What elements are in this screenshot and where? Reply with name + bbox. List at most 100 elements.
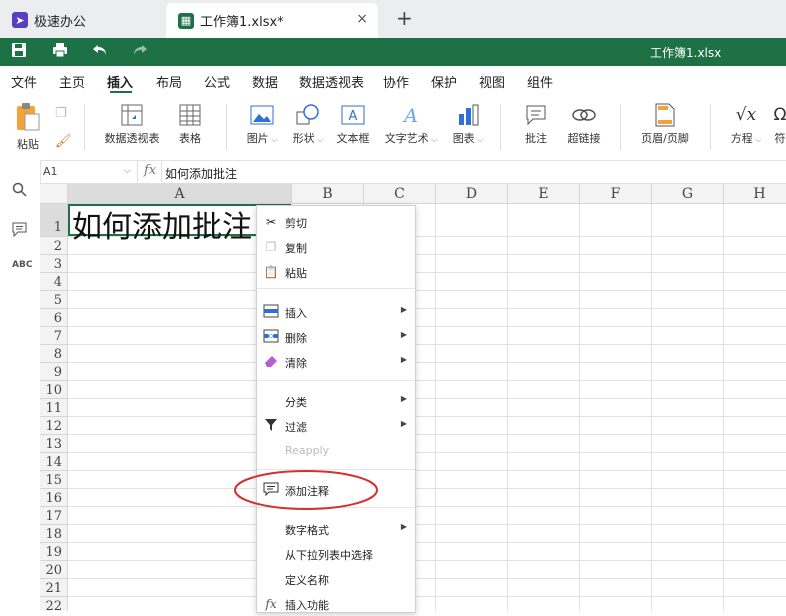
menu-data[interactable]: 数据 <box>252 72 278 91</box>
wordart-button[interactable]: A 文字艺术 ⌵ <box>383 96 439 146</box>
menu-formula[interactable]: 公式 <box>204 72 230 91</box>
menu-item-delete[interactable]: 删除 ▶ <box>257 325 415 349</box>
close-icon[interactable]: × <box>356 11 368 27</box>
equation-button[interactable]: √x 方程 ⌵ <box>727 96 765 146</box>
undo-icon[interactable] <box>92 42 108 62</box>
menu-file[interactable]: 文件 <box>11 72 37 91</box>
gridline <box>68 344 786 345</box>
menu-pivot-table[interactable]: 数据透视表 <box>299 72 364 91</box>
tab-home[interactable]: ➤ 极速办公 <box>0 5 162 35</box>
row-header[interactable]: 14 <box>40 453 68 471</box>
column-header-h[interactable]: H <box>724 184 786 204</box>
comment-button[interactable]: 批注 <box>520 96 552 146</box>
row-header[interactable]: 10 <box>40 381 68 399</box>
row-header[interactable]: 19 <box>40 543 68 561</box>
paste-button[interactable]: 粘贴 <box>10 96 46 152</box>
menu-item-number-format[interactable]: 数字格式 ▶ <box>257 517 415 541</box>
menu-item-insert[interactable]: 插入 ▶ <box>257 300 415 324</box>
menu-home[interactable]: 主页 <box>59 72 85 91</box>
menu-item-paste[interactable]: 📋 粘贴 <box>257 260 415 284</box>
format-painter-icon[interactable]: 🖌 <box>55 134 72 149</box>
tab-label: 工作簿1.xlsx* <box>200 15 284 30</box>
menu-item-insert-function[interactable]: fx 插入功能 <box>257 592 415 616</box>
chevron-right-icon: ▶ <box>400 330 407 339</box>
menu-item-clear[interactable]: 清除 ▶ <box>257 350 415 374</box>
new-tab-button[interactable]: + <box>396 6 413 30</box>
column-header-e[interactable]: E <box>508 184 580 204</box>
column-header-f[interactable]: F <box>580 184 652 204</box>
column-header-b[interactable]: B <box>292 184 364 204</box>
spellcheck-icon[interactable]: ABC <box>12 260 32 270</box>
header-footer-button[interactable]: 页眉/页脚 <box>638 96 692 146</box>
menu-view[interactable]: 视图 <box>479 72 505 91</box>
row-header[interactable]: 1 <box>40 204 68 237</box>
column-header-g[interactable]: G <box>652 184 724 204</box>
copy-icon[interactable]: ❐ <box>55 106 67 121</box>
menu-layout[interactable]: 布局 <box>156 72 182 91</box>
row-header[interactable]: 20 <box>40 561 68 579</box>
menu-item-cut[interactable]: ✂ 剪切 <box>257 210 415 234</box>
row-header[interactable]: 22 <box>40 597 68 611</box>
save-icon[interactable] <box>11 42 27 62</box>
row-header[interactable]: 13 <box>40 435 68 453</box>
name-box[interactable]: A1 ⌵ <box>40 161 138 182</box>
column-header-d[interactable]: D <box>436 184 508 204</box>
menu-item-sort[interactable]: 分类 ▶ <box>257 389 415 413</box>
column-header-c[interactable]: C <box>364 184 436 204</box>
row-header[interactable]: 18 <box>40 525 68 543</box>
menu-protect[interactable]: 保护 <box>431 72 457 91</box>
menu-item-label: 数字格式 <box>285 524 329 537</box>
menu-item-define-name[interactable]: 定义名称 <box>257 567 415 591</box>
menu-item-label: 复制 <box>285 242 307 255</box>
menu-item-copy[interactable]: ❐ 复制 <box>257 235 415 259</box>
formula-input[interactable]: 如何添加批注 <box>165 165 237 182</box>
pivot-table-button[interactable]: 数据透视表 <box>100 96 164 146</box>
row-header[interactable]: 9 <box>40 363 68 381</box>
chart-label: 图表 <box>452 132 475 145</box>
tab-workbook[interactable]: ▦ 工作簿1.xlsx* × <box>166 3 378 38</box>
select-all-corner[interactable] <box>40 184 68 204</box>
gridline <box>68 488 786 489</box>
picture-icon <box>244 104 280 126</box>
row-header[interactable]: 17 <box>40 507 68 525</box>
menu-item-pick-from-list[interactable]: 从下拉列表中选择 <box>257 542 415 566</box>
comments-icon[interactable] <box>12 222 27 241</box>
gridline <box>651 204 652 611</box>
hyperlink-button[interactable]: 超链接 <box>564 96 604 146</box>
table-button[interactable]: 表格 <box>175 96 205 146</box>
row-header[interactable]: 8 <box>40 345 68 363</box>
textbox-button[interactable]: A 文本框 <box>334 96 372 146</box>
menu-item-filter[interactable]: 过滤 ▶ <box>257 414 415 438</box>
gridline <box>68 326 786 327</box>
row-header[interactable]: 16 <box>40 489 68 507</box>
shape-button[interactable]: 形状 ⌵ <box>290 96 326 146</box>
menu-collaborate[interactable]: 协作 <box>383 72 409 91</box>
picture-button[interactable]: 图片 ⌵ <box>244 96 280 146</box>
gridline <box>68 398 786 399</box>
row-header[interactable]: 4 <box>40 273 68 291</box>
redo-icon[interactable] <box>132 42 148 62</box>
row-header[interactable]: 11 <box>40 399 68 417</box>
function-icon[interactable]: fx <box>144 163 156 178</box>
column-header-a[interactable]: A <box>68 184 292 204</box>
row-header[interactable]: 15 <box>40 471 68 489</box>
menu-insert[interactable]: 插入 <box>107 72 133 91</box>
menu-components[interactable]: 组件 <box>527 72 553 91</box>
chart-button[interactable]: 图表 ⌵ <box>450 96 486 146</box>
eraser-icon <box>263 354 279 370</box>
row-header[interactable]: 7 <box>40 327 68 345</box>
row-header[interactable]: 12 <box>40 417 68 435</box>
row-header[interactable]: 5 <box>40 291 68 309</box>
chevron-down-icon[interactable]: ⌵ <box>124 161 131 182</box>
shape-icon <box>290 104 326 126</box>
row-header[interactable]: 2 <box>40 237 68 255</box>
symbol-button[interactable]: Ω 符 <box>774 96 786 146</box>
row-header[interactable]: 21 <box>40 579 68 597</box>
row-header[interactable]: 3 <box>40 255 68 273</box>
print-icon[interactable] <box>52 42 68 62</box>
chevron-right-icon: ▶ <box>400 355 407 364</box>
paste-label: 粘贴 <box>17 138 39 151</box>
search-icon[interactable] <box>12 182 27 201</box>
symbol-label: 符 <box>774 132 786 145</box>
row-header[interactable]: 6 <box>40 309 68 327</box>
